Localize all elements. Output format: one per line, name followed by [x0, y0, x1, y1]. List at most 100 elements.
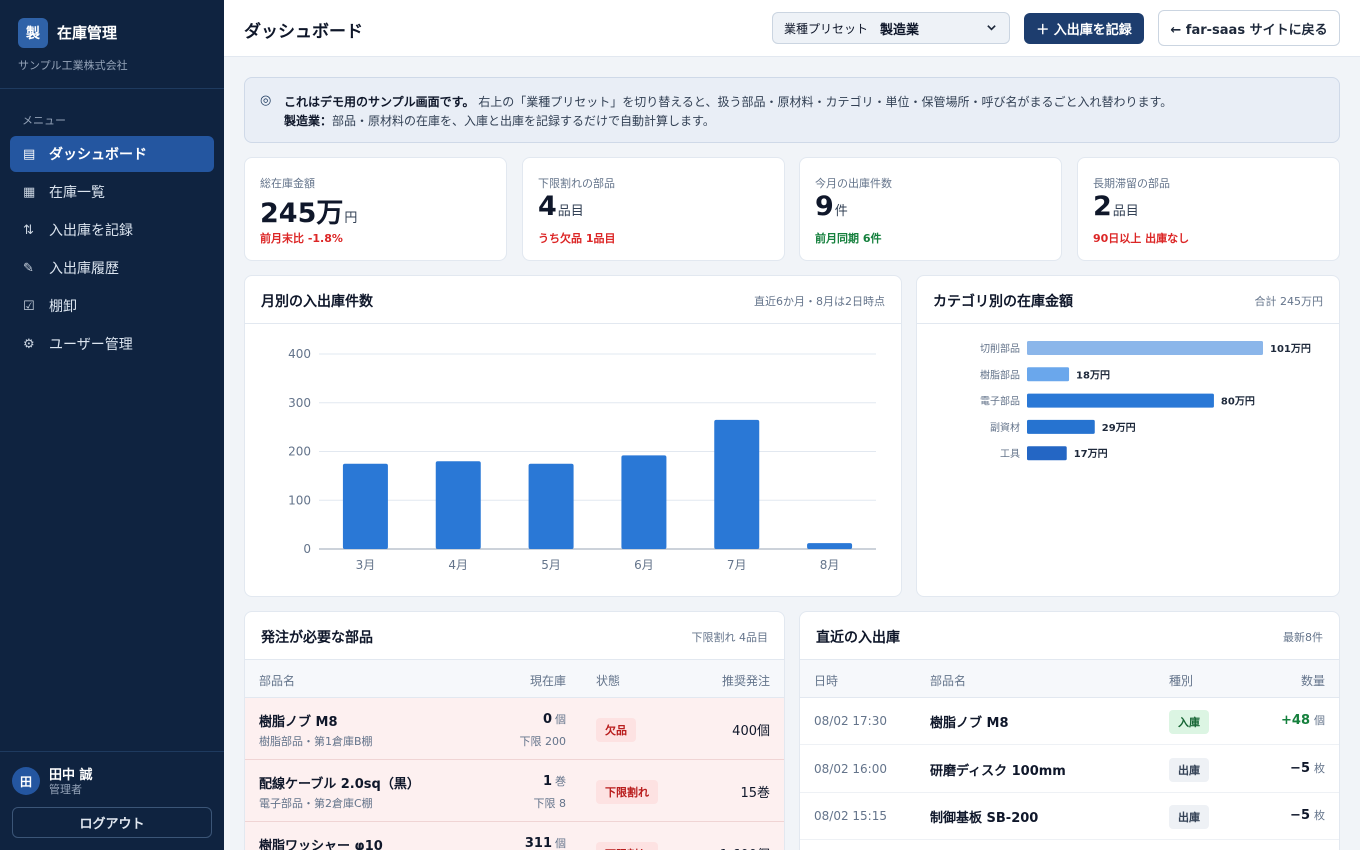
- column-header: 状態: [596, 674, 621, 688]
- min-stock: 下限 200: [519, 735, 567, 748]
- stock-qty: 0個: [543, 711, 566, 727]
- transaction-qty: −5 枚: [1290, 807, 1325, 823]
- back-to-site-button[interactable]: ← far-saas サイトに戻る: [1158, 10, 1340, 46]
- data-label: 101万円: [1270, 343, 1311, 355]
- sidebar-divider: [0, 751, 224, 752]
- table-row[interactable]: 樹脂ノブ M8 樹脂部品・第1倉庫B棚 0 個下限 200 欠品 400個: [245, 698, 784, 760]
- type-badge: 出庫: [1169, 805, 1209, 829]
- min-stock: 下限 8: [533, 797, 567, 810]
- part-name: 研磨ディスク 100mm: [930, 763, 1066, 779]
- y-tick-label: 0: [303, 542, 311, 556]
- card-title: 直近の入出庫: [816, 630, 900, 646]
- status-badge: 欠品: [596, 718, 636, 742]
- sidebar-item-2[interactable]: ⇅ 入出庫を記録: [10, 212, 214, 248]
- sidebar-item-4[interactable]: ☑ 棚卸: [10, 288, 214, 324]
- chart-bar: [1027, 341, 1263, 355]
- inventory-list-icon: ▦: [23, 184, 36, 200]
- data-label: 17万円: [1074, 448, 1108, 460]
- chart-bar: [1027, 419, 1095, 434]
- sidebar-item-5[interactable]: ⚙ ユーザー管理: [10, 326, 214, 362]
- part-name: 配線ケーブル 2.0sq（黒）: [259, 777, 420, 792]
- chart-bar: [807, 543, 853, 549]
- preset-value: 製造業: [880, 22, 920, 38]
- sidebar: 製 在庫管理 サンプル工業株式会社 メニュー ▤ ダッシュボード ▦ 在庫一覧 ⇅ 入出庫…: [0, 0, 224, 850]
- table-row[interactable]: 樹脂ワッシャー φ10 311個 下限割れ 1,600個: [245, 822, 784, 850]
- recent-transactions-card: 直近の入出庫 最新8件 日時 部品名 種別 数量 08/02 17:30 樹脂ノブ…: [799, 611, 1340, 850]
- notice-text: 右上の「業種プリセット」を切り替えると、扱う部品・原材料・カテゴリ・単位・保管場…: [478, 95, 1173, 109]
- data-label: 29万円: [1102, 422, 1136, 434]
- type-badge: 入庫: [1169, 710, 1209, 734]
- recommended-order: 1,600個: [720, 844, 770, 850]
- chevron-down-icon: [986, 22, 997, 36]
- kpi-value: 245万: [260, 198, 344, 229]
- kpi-value-wrap: 9件: [815, 191, 848, 222]
- record-stock-button[interactable]: ＋ 入出庫を記録: [1024, 13, 1144, 44]
- sidebar-item-label: 棚卸: [49, 299, 77, 315]
- data-label: 18万円: [1076, 369, 1110, 381]
- card-meta: 下限割れ 4品目: [691, 631, 769, 644]
- type-badge: 出庫: [1169, 757, 1209, 782]
- page-title: ダッシュボード: [244, 22, 363, 42]
- sidebar-item-3[interactable]: ✎ 入出庫履歴: [10, 250, 214, 286]
- sidebar-divider: [0, 88, 224, 89]
- kpi-card: 長期滞留の部品 2品目 90日以上 出庫なし: [1077, 157, 1340, 261]
- kpi-unit: 件: [834, 204, 848, 219]
- stock-qty: 1巻: [543, 773, 566, 789]
- app-logo: 製: [18, 18, 48, 48]
- table-row[interactable]: 配線ケーブル 2.0sq（黒） 電子部品・第2倉庫C棚 1 巻下限 8 下限割れ 15巻: [245, 760, 784, 822]
- monthly-bar-chart: 0 100 200 300 400 3月 4月 5月 6月 7月 8月: [288, 347, 876, 572]
- card-meta: 最新8件: [1283, 631, 1323, 644]
- kpi-unit: 品目: [557, 204, 584, 219]
- chart-bar: [342, 463, 388, 549]
- table-row[interactable]: 08/02 16:00 研磨ディスク 100mm 出庫 −5 枚: [800, 745, 1339, 793]
- card-title: 月別の入出庫件数: [261, 294, 373, 310]
- chart-bar: [1027, 446, 1067, 461]
- part-name: 樹脂ワッシャー φ10: [259, 839, 383, 850]
- history-icon: ✎: [23, 260, 34, 276]
- kpi-value: 9: [815, 191, 834, 222]
- kpi-label: 下限割れの部品: [538, 177, 615, 190]
- table-header: 部品名 現在庫 状態 推奨発注: [245, 660, 784, 698]
- column-header: 種別: [1169, 674, 1194, 688]
- part-name: 樹脂ノブ M8: [930, 716, 1009, 731]
- chart-bar: [528, 463, 574, 549]
- category-label: 切削部品: [980, 342, 1020, 355]
- category-label: 副資材: [990, 421, 1020, 434]
- sidebar-item-label: ユーザー管理: [49, 337, 133, 353]
- table-row[interactable]: 08/02 15:15 制御基板 SB-200 出庫 −5 枚: [800, 793, 1339, 840]
- part-location: 電子部品・第2倉庫C棚: [259, 797, 373, 810]
- monthly-chart-card: 月別の入出庫件数 直近6か月・8月は2日時点 0 100 200 300 400 3月 4月…: [244, 275, 902, 597]
- table-row[interactable]: 08/02 17:30 樹脂ノブ M8 入庫 +48 個: [800, 698, 1339, 745]
- x-tick-label: 6月: [634, 558, 654, 572]
- chart-bar: [1027, 367, 1070, 382]
- category-label: 電子部品: [980, 395, 1020, 408]
- chart-bar: [714, 419, 760, 549]
- stock-value: 311: [524, 836, 552, 850]
- kpi-label: 今月の出庫件数: [815, 177, 892, 190]
- stock-value: 1: [542, 774, 552, 789]
- logout-button[interactable]: ログアウト: [12, 807, 212, 838]
- x-tick-label: 5月: [541, 558, 561, 572]
- category-chart-card: カテゴリ別の在庫金額 合計 245万円 切削部品 101万円樹脂部品 18万円電子部…: [916, 275, 1340, 597]
- part-name: 制御基板 SB-200: [930, 811, 1039, 826]
- stock-qty: 311 個: [525, 835, 566, 850]
- sidebar-item-1[interactable]: ▦ 在庫一覧: [10, 174, 214, 210]
- menu-label: メニュー: [22, 114, 66, 127]
- kpi-note: 前月末比 -1.8%: [260, 232, 343, 245]
- y-tick-label: 200: [288, 445, 311, 459]
- x-tick-label: 4月: [448, 558, 468, 572]
- category-label: 樹脂部品: [980, 368, 1020, 381]
- dashboard-icon: ▤: [23, 146, 36, 162]
- sidebar-item-0[interactable]: ▤ ダッシュボード: [10, 136, 214, 172]
- card-title: カテゴリ別の在庫金額: [933, 294, 1073, 310]
- app-title: 在庫管理: [57, 24, 118, 42]
- industry-preset-select[interactable]: 業種プリセット 製造業: [772, 12, 1010, 44]
- column-header: 数量: [1300, 674, 1325, 688]
- kpi-note: 90日以上 出庫なし: [1093, 232, 1190, 245]
- kpi-card: 今月の出庫件数 9件 前月同期 6件: [799, 157, 1062, 261]
- recommended-order: 400個: [732, 724, 770, 739]
- sidebar-menu: ▤ ダッシュボード ▦ 在庫一覧 ⇅ 入出庫を記録 ✎ 入出庫履歴 ☑ 棚卸 ⚙ ユーザー管理: [10, 136, 214, 364]
- transaction-qty: −5 枚: [1290, 760, 1325, 776]
- x-tick-label: 8月: [820, 558, 840, 572]
- card-meta: 合計 245万円: [1254, 295, 1324, 308]
